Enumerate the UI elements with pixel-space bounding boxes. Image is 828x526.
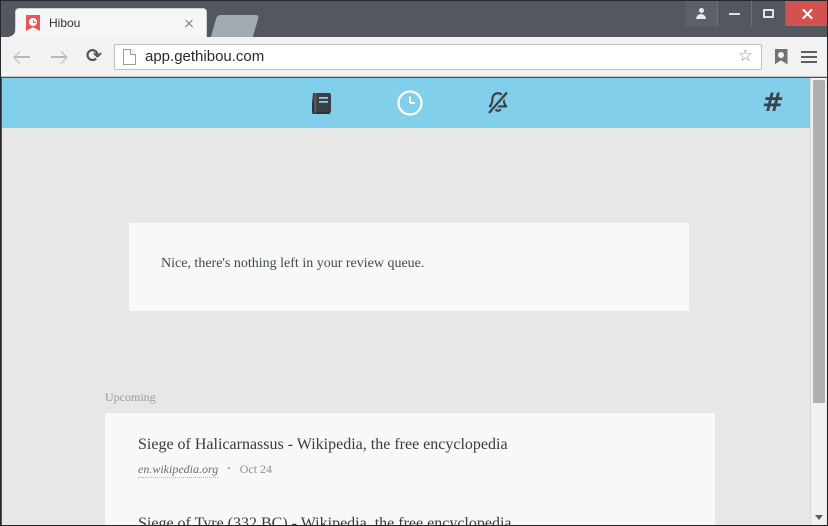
browser-tab-hibou[interactable]: Hibou bbox=[7, 8, 207, 38]
forward-arrow-icon[interactable] bbox=[43, 42, 73, 72]
page-scrollbar[interactable] bbox=[810, 78, 827, 525]
hash-glyph: # bbox=[762, 88, 784, 118]
window-controls bbox=[685, 1, 827, 26]
notifications-muted-bell-icon[interactable] bbox=[483, 88, 513, 118]
page-document-icon bbox=[123, 48, 136, 65]
review-queue-empty-message: Nice, there's nothing left in your revie… bbox=[161, 256, 425, 271]
tags-hash-icon[interactable]: # bbox=[758, 88, 788, 118]
review-queue-empty-card: Nice, there's nothing left in your revie… bbox=[129, 223, 689, 311]
item-meta: en.wikipedia.org • Oct 24 bbox=[138, 462, 715, 478]
reload-glyph: ⟳ bbox=[86, 45, 102, 67]
tab-strip: Hibou bbox=[1, 1, 827, 38]
browser-window: Hibou ⟳ app.gethibou.com ☆ # Nice, there… bbox=[0, 0, 828, 526]
browser-toolbar: ⟳ app.gethibou.com ☆ bbox=[1, 37, 827, 77]
maximize-icon[interactable] bbox=[751, 1, 785, 26]
tab-title: Hibou bbox=[49, 16, 81, 30]
close-window-icon[interactable] bbox=[785, 1, 827, 26]
list-item[interactable]: Siege of Halicarnassus - Wikipedia, the … bbox=[105, 413, 715, 492]
minimize-icon[interactable] bbox=[717, 1, 751, 26]
address-bar[interactable]: app.gethibou.com ☆ bbox=[114, 43, 762, 70]
page-viewport: # Nice, there's nothing left in your rev… bbox=[2, 78, 827, 526]
upcoming-list: Siege of Halicarnassus - Wikipedia, the … bbox=[105, 413, 715, 526]
scroll-down-arrow[interactable] bbox=[811, 509, 827, 525]
item-date: Oct 24 bbox=[239, 462, 273, 477]
library-book-icon[interactable] bbox=[307, 88, 337, 118]
hibou-bookmark-clock-icon bbox=[25, 15, 41, 31]
back-arrow-icon[interactable] bbox=[7, 42, 37, 72]
close-tab-icon[interactable] bbox=[181, 15, 197, 31]
new-tab-button[interactable] bbox=[210, 15, 260, 37]
meta-separator: • bbox=[227, 464, 231, 476]
app-header-bar: # bbox=[2, 78, 812, 128]
review-queue-clock-icon[interactable] bbox=[395, 88, 425, 118]
list-item[interactable]: Siege of Tyre (332 BC) - Wikipedia, the … bbox=[105, 492, 715, 526]
url-text: app.gethibou.com bbox=[145, 48, 265, 65]
bookmark-star-icon[interactable]: ☆ bbox=[738, 48, 753, 65]
app-nav-icons: # bbox=[2, 78, 812, 128]
reload-icon[interactable]: ⟳ bbox=[79, 42, 109, 72]
user-avatar-icon[interactable] bbox=[685, 1, 717, 26]
scrollbar-thumb[interactable] bbox=[813, 80, 825, 403]
upcoming-section-label: Upcoming bbox=[105, 390, 156, 404]
item-title: Siege of Tyre (332 BC) - Wikipedia, the … bbox=[138, 514, 512, 526]
hibou-extension-icon[interactable] bbox=[768, 43, 794, 71]
item-title: Siege of Halicarnassus - Wikipedia, the … bbox=[138, 436, 508, 453]
item-domain[interactable]: en.wikipedia.org bbox=[138, 462, 219, 478]
hamburger-menu-icon[interactable] bbox=[794, 42, 824, 72]
